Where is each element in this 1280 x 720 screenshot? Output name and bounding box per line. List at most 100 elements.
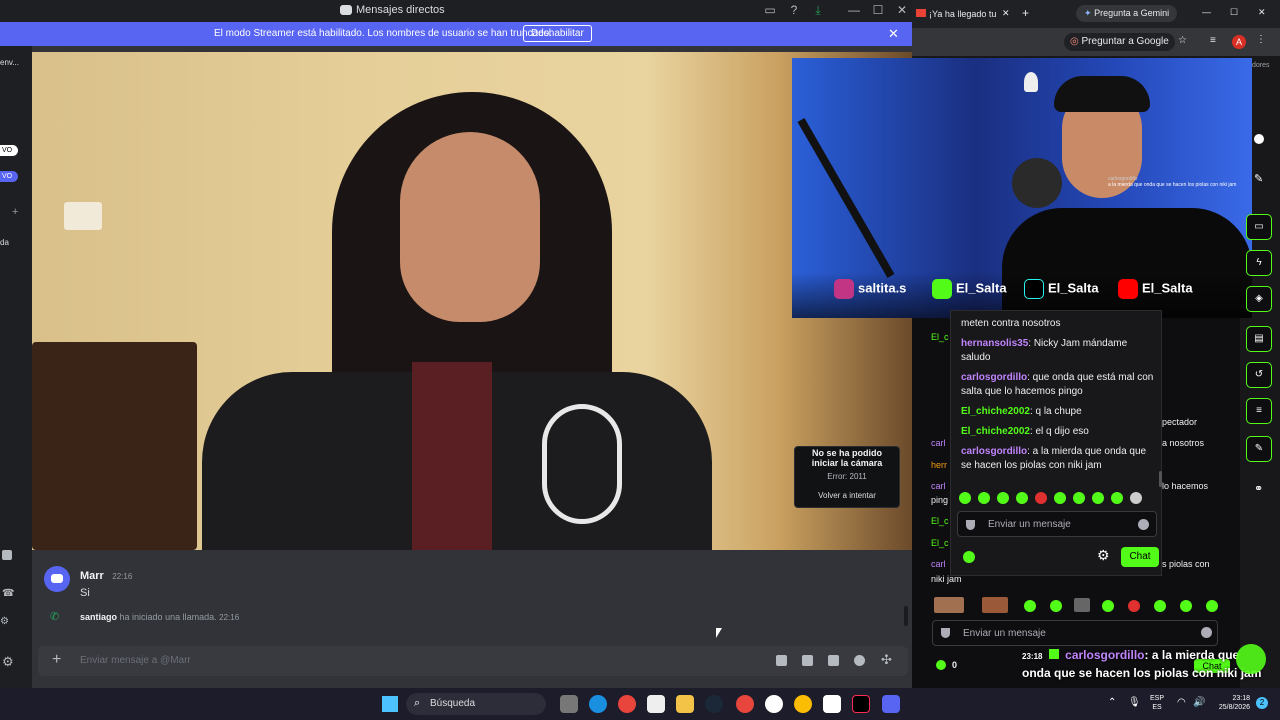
language-indicator[interactable]: ESP ES — [1150, 694, 1164, 712]
scrollbar[interactable] — [1159, 471, 1162, 487]
tiktok-icon[interactable] — [852, 695, 870, 713]
emote-icon[interactable] — [1073, 492, 1085, 504]
emoji-icon[interactable] — [1138, 519, 1149, 530]
emote-icon[interactable] — [1035, 492, 1047, 504]
sticker-icon[interactable] — [828, 655, 839, 666]
ask-google-button[interactable]: ◎ Preguntar a Google — [1064, 33, 1175, 51]
settings-icon[interactable]: ⚙ — [0, 616, 9, 627]
emote-icon[interactable] — [997, 492, 1009, 504]
toolbar-button[interactable]: ▤ — [1246, 326, 1272, 352]
minimize-button[interactable]: — — [846, 2, 862, 18]
emote-icon[interactable] — [1128, 600, 1140, 612]
close-banner-icon[interactable]: ✕ — [888, 26, 899, 42]
gemini-button[interactable]: ✦ Pregunta a Gemini — [1076, 5, 1178, 22]
emote-icon[interactable] — [1024, 600, 1036, 612]
emoji-icon[interactable] — [1201, 627, 1212, 638]
tray-chevron-icon[interactable]: ⌃ — [1108, 697, 1116, 708]
notification-badge[interactable]: 2 — [1256, 697, 1268, 709]
chrome-icon[interactable] — [618, 695, 636, 713]
edit-icon[interactable]: ✎ — [1254, 172, 1263, 185]
chat-username[interactable]: El_chiche2002 — [961, 406, 1030, 417]
chrome-icon[interactable] — [736, 695, 754, 713]
chrome-icon[interactable] — [794, 695, 812, 713]
emote-icon[interactable] — [1180, 600, 1192, 612]
help-icon[interactable]: ? — [786, 2, 802, 18]
emote-icon[interactable] — [934, 597, 964, 613]
discord-icon[interactable] — [882, 695, 900, 713]
emote-icon[interactable] — [1130, 492, 1142, 504]
volume-icon[interactable]: 🔊 — [1193, 697, 1205, 708]
toolbar-button[interactable]: ✎ — [1246, 436, 1272, 462]
emote-icon[interactable] — [1154, 600, 1166, 612]
toolbar-button[interactable]: ▭ — [1246, 214, 1272, 240]
scrollbar[interactable] — [904, 606, 908, 626]
avatar[interactable]: A — [1232, 35, 1246, 49]
taskbar-search[interactable]: ⌕ Búsqueda — [406, 693, 546, 715]
inbox-icon[interactable]: ▭ — [762, 2, 778, 18]
emoji-icon[interactable] — [854, 655, 865, 666]
mic-icon[interactable]: 🎙 — [1128, 697, 1141, 708]
capcut-icon[interactable] — [823, 695, 841, 713]
toolbar-button[interactable]: ↺ — [1246, 362, 1272, 388]
emote-icon[interactable] — [1050, 600, 1062, 612]
disconnect-icon[interactable]: ☎ — [2, 588, 14, 599]
close-tab-icon[interactable]: ✕ — [1002, 8, 1010, 19]
emote-icon[interactable] — [982, 597, 1008, 613]
store-icon[interactable] — [647, 695, 665, 713]
toolbar-button[interactable]: ϟ — [1246, 250, 1272, 276]
download-icon[interactable]: ⤓ — [810, 2, 826, 18]
message-author[interactable]: Marr — [80, 570, 104, 582]
maximize-button[interactable]: ☐ — [870, 2, 886, 18]
apps-icon[interactable]: ✣ — [881, 652, 892, 668]
chat-username[interactable]: hernansolis35 — [961, 338, 1028, 349]
maximize-button[interactable]: ☐ — [1230, 7, 1238, 18]
emote-icon[interactable] — [1054, 492, 1066, 504]
add-icon[interactable]: + — [12, 206, 18, 218]
toolbar-button[interactable]: ◈ — [1246, 286, 1272, 312]
close-button[interactable]: ✕ — [894, 2, 910, 18]
file-explorer-icon[interactable] — [676, 695, 694, 713]
new-tab-icon[interactable]: + — [1022, 6, 1029, 20]
reading-list-icon[interactable]: ≡ — [1210, 35, 1216, 46]
menu-icon[interactable]: ⋮ — [1256, 34, 1266, 45]
toolbar-button[interactable]: ≡ — [1246, 398, 1272, 424]
attach-icon[interactable]: + — [52, 651, 61, 669]
close-button[interactable]: ✕ — [1258, 7, 1266, 18]
chat-send-button[interactable]: Chat — [1121, 547, 1159, 567]
chat-settings-icon[interactable]: ⚙ — [1097, 547, 1110, 564]
emote-icon[interactable] — [1092, 492, 1104, 504]
kick-message-input[interactable]: Enviar un mensaje — [957, 511, 1157, 537]
retry-button[interactable]: Volver a intentar — [795, 491, 899, 500]
emote-icon[interactable] — [1074, 598, 1090, 612]
emote-icon[interactable] — [1016, 492, 1028, 504]
emote-icon[interactable] — [959, 492, 971, 504]
emote-icon[interactable] — [1111, 492, 1123, 504]
wifi-icon[interactable]: ◠ — [1177, 697, 1186, 708]
message-input[interactable]: Enviar mensaje a @Marr — [80, 655, 191, 666]
windows-start-icon[interactable] — [382, 696, 398, 712]
message-input-box[interactable]: + Enviar mensaje a @Marr ✣ — [38, 646, 908, 676]
disable-streamer-button[interactable]: Deshabilitar — [523, 25, 592, 42]
chat-username[interactable]: El_chiche2002 — [961, 426, 1030, 437]
share-icon[interactable]: ⚭ — [1254, 482, 1263, 495]
avatar[interactable] — [44, 566, 70, 592]
steam-icon[interactable] — [705, 695, 723, 713]
call-user[interactable]: santiago — [80, 612, 117, 622]
gif-icon[interactable] — [802, 655, 813, 666]
github-icon[interactable] — [765, 695, 783, 713]
chat-username[interactable]: carlosgordillo — [961, 446, 1027, 457]
gift-icon[interactable] — [776, 655, 787, 666]
emote-icon[interactable] — [1102, 600, 1114, 612]
channel-item[interactable]: da — [0, 238, 9, 247]
clock[interactable]: 23:18 25/8/2026 — [1214, 694, 1250, 712]
chat-username[interactable]: carlosgordillo — [961, 372, 1027, 383]
user-settings-icon[interactable]: ⚙ — [2, 654, 14, 670]
edge-icon[interactable] — [589, 695, 607, 713]
task-view-icon[interactable] — [560, 695, 578, 713]
info-icon[interactable] — [1254, 134, 1264, 144]
bookmark-star-icon[interactable]: ☆ — [1178, 35, 1187, 46]
minimize-button[interactable]: — — [1202, 7, 1211, 17]
tab-title[interactable]: ¡Ya ha llegado tu — [929, 9, 996, 19]
emote-icon[interactable] — [978, 492, 990, 504]
screen-share-icon[interactable] — [2, 550, 12, 560]
